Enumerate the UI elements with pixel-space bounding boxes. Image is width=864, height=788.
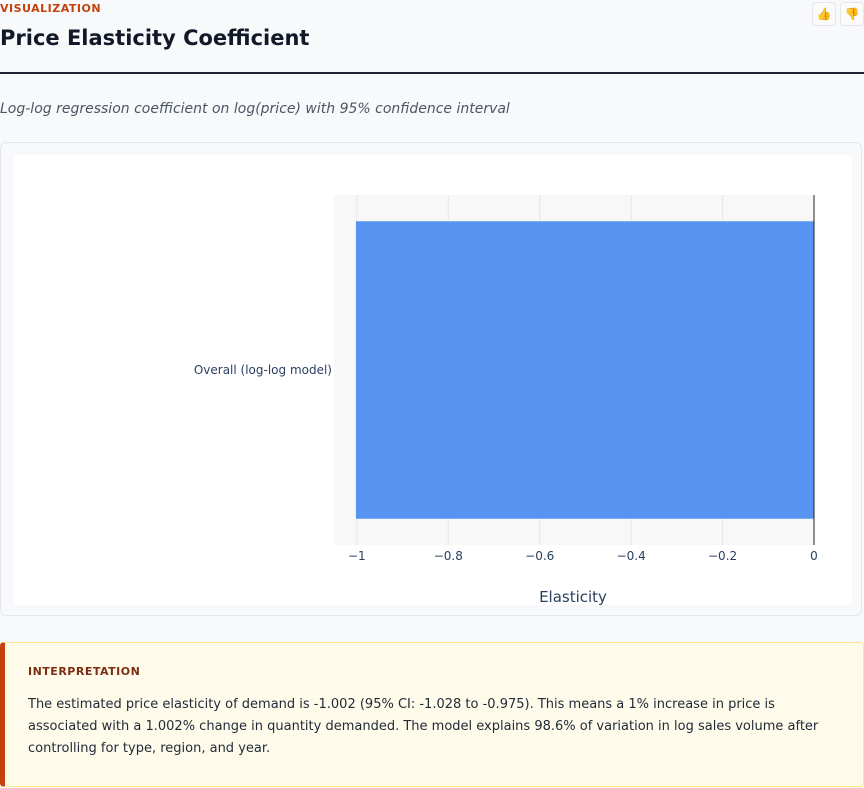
thumbs-down-button[interactable]: 👎 — [840, 2, 864, 26]
x-tick-label: −0.6 — [525, 549, 554, 563]
thumbs-up-icon: 👍 — [816, 7, 832, 21]
interpretation-text: The estimated price elasticity of demand… — [28, 697, 819, 756]
x-tick-labels: −1 −0.8 −0.6 −0.4 −0.2 0 — [348, 549, 818, 563]
eyebrow-label: VISUALIZATION — [0, 2, 102, 15]
y-category-labels: Overall (log-log model) — [194, 363, 332, 377]
bar — [355, 221, 814, 519]
thumbs-up-button[interactable]: 👍 — [812, 2, 836, 26]
x-axis-title: Elasticity — [539, 588, 607, 605]
chart-panel: −1 −0.8 −0.6 −0.4 −0.2 0 Overall (log-log mod… — [14, 155, 852, 606]
chart-card: −1 −0.8 −0.6 −0.4 −0.2 0 Overall (log-log mod… — [0, 142, 862, 616]
interpretation-label: INTERPRETATION — [28, 665, 141, 678]
bars — [355, 221, 814, 519]
x-tick-label: −0.2 — [708, 549, 737, 563]
y-category-label: Overall (log-log model) — [194, 363, 332, 377]
x-tick-label: −1 — [348, 549, 366, 563]
feedback-buttons: 👍 👎 — [812, 2, 864, 26]
page-title: Price Elasticity Coefficient — [0, 26, 310, 50]
x-tick-label: −0.8 — [434, 549, 463, 563]
x-tick-label: 0 — [810, 549, 818, 563]
x-tick-label: −0.4 — [617, 549, 646, 563]
interpretation-callout: INTERPRETATION The estimated price elast… — [0, 642, 864, 787]
thumbs-down-icon: 👎 — [844, 7, 860, 21]
elasticity-chart: −1 −0.8 −0.6 −0.4 −0.2 0 Overall (log-log mod… — [194, 195, 818, 606]
title-divider — [0, 72, 864, 74]
chart-subtitle: Log-log regression coefficient on log(pr… — [0, 101, 510, 117]
